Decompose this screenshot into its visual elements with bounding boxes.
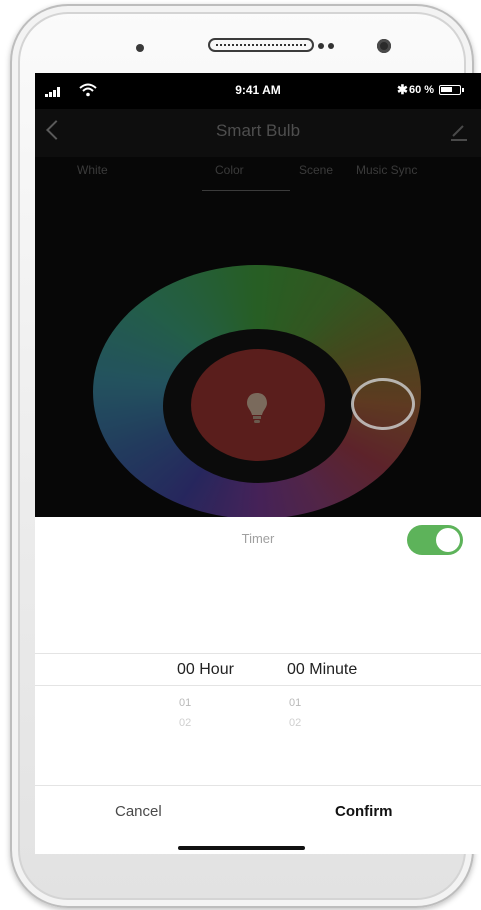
bluetooth-icon: ✱ <box>397 82 408 97</box>
toggle-knob <box>436 528 460 552</box>
minute-picker-selected[interactable]: 00 Minute <box>287 661 357 679</box>
tab-color[interactable]: Color <box>215 163 244 177</box>
picker-selection-divider <box>35 685 481 686</box>
edit-icon[interactable] <box>450 123 468 141</box>
tab-scene[interactable]: Scene <box>299 163 333 177</box>
battery-icon <box>439 85 464 95</box>
minute-option-01[interactable]: 01 <box>289 697 301 709</box>
picker-top-divider <box>35 653 481 654</box>
active-tab-indicator <box>202 190 290 191</box>
hour-picker-selected[interactable]: 00 Hour <box>177 661 234 679</box>
timer-sheet: Timer 00 Hour 00 Minute 01 01 02 02 Canc… <box>35 517 481 854</box>
bulb-icon[interactable] <box>245 391 269 425</box>
cancel-button[interactable]: Cancel <box>115 803 162 820</box>
color-selector-handle[interactable] <box>351 378 415 430</box>
minute-option-02[interactable]: 02 <box>289 717 301 729</box>
status-bar: 9:41 AM ✱ 60 % <box>35 73 481 109</box>
actions-divider <box>35 785 481 786</box>
page-title: Smart Bulb <box>215 121 301 140</box>
app-screen: 9:41 AM ✱ 60 % Smart Bulb White Color Sc… <box>35 73 481 854</box>
color-wheel-area <box>35 223 481 517</box>
tab-white[interactable]: White <box>77 163 108 177</box>
front-camera-icon <box>377 39 391 53</box>
home-indicator[interactable] <box>178 846 305 850</box>
speaker-grille-icon <box>208 38 314 52</box>
confirm-button[interactable]: Confirm <box>335 803 393 820</box>
timer-toggle[interactable] <box>407 525 463 555</box>
tab-music-sync[interactable]: Music Sync <box>356 163 417 177</box>
hour-option-01[interactable]: 01 <box>179 697 191 709</box>
hour-option-02[interactable]: 02 <box>179 717 191 729</box>
app-header: Smart Bulb <box>35 109 481 157</box>
proximity-sensor-icon <box>136 44 144 52</box>
phone-frame: 9:41 AM ✱ 60 % Smart Bulb White Color Sc… <box>10 4 481 908</box>
battery-percent: 60 % <box>409 84 435 96</box>
sensor-dots-icon <box>318 43 340 49</box>
mode-tabs: White Color Scene Music Sync <box>75 157 445 195</box>
